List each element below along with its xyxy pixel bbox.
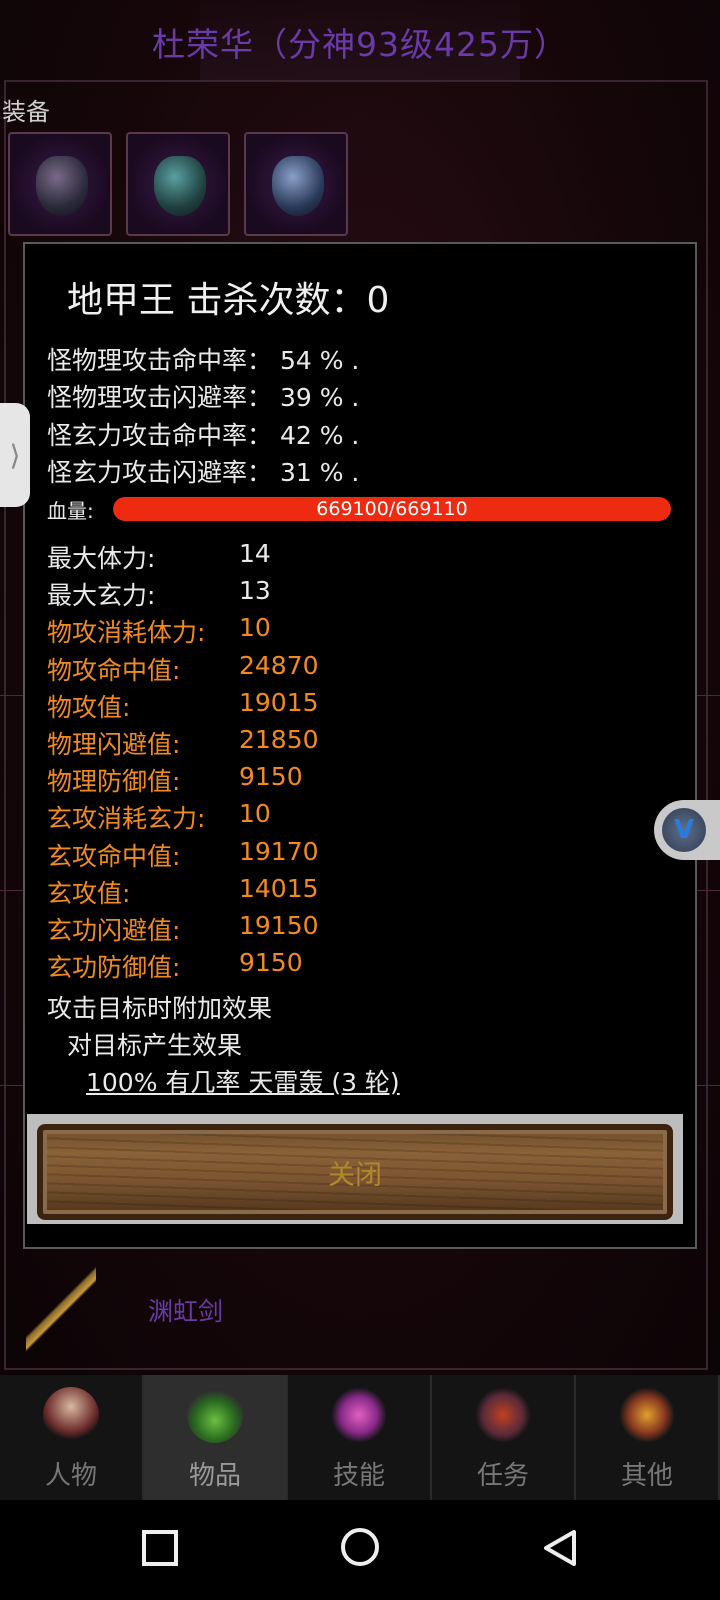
skill-icon (331, 1387, 387, 1443)
recent-apps-icon[interactable] (140, 1528, 180, 1568)
stat-value: 19015 (239, 687, 319, 717)
stat-label: 最大体力: (47, 544, 156, 573)
monster-info-dialog: 地甲王 击杀次数：0 怪物理攻击命中率： 54 % . 怪物理攻击闪避率： 39… (23, 242, 697, 1249)
stat-value: 24870 (239, 650, 319, 680)
stat-value: 9150 (239, 762, 303, 792)
rate-row: 怪玄力攻击闪避率： 31 % . (47, 458, 360, 487)
chevron-right-icon: ⟩ (9, 438, 21, 472)
stat-label: 玄攻消耗玄力: (47, 804, 206, 834)
rate-row: 怪物理攻击命中率： 54 % . (47, 346, 360, 375)
equipment-slot[interactable] (244, 132, 348, 236)
stat-label: 物理防御值: (47, 767, 181, 797)
tab-character[interactable]: 人物 (0, 1375, 144, 1500)
stat-value: 19170 (239, 836, 319, 866)
effect-subheading: 对目标产生效果 (67, 1031, 243, 1060)
tab-items[interactable]: 物品 (144, 1375, 288, 1500)
tab-label: 物品 (188, 1461, 241, 1491)
stat-value: 21850 (239, 725, 319, 754)
tab-label: 人物 (44, 1461, 97, 1491)
tab-label: 其他 (620, 1461, 673, 1491)
stat-label: 物理闪避值: (47, 730, 181, 759)
effect-heading: 攻击目标时附加效果 (47, 994, 273, 1023)
other-icon (619, 1387, 675, 1443)
close-button-area: 关闭 (27, 1114, 683, 1224)
hp-value: 669100/669110 (316, 498, 468, 520)
stat-label: 玄功闪避值: (47, 916, 181, 945)
equipment-label: 装备 (2, 98, 50, 126)
equipment-slot[interactable] (8, 132, 112, 236)
tab-skills[interactable]: 技能 (288, 1375, 432, 1500)
helmet-icon (36, 156, 88, 216)
tab-quests[interactable]: 任务 (432, 1375, 576, 1500)
equipment-slot[interactable] (126, 132, 230, 236)
system-navigation-bar (0, 1500, 720, 1600)
tab-other[interactable]: 其他 (576, 1375, 720, 1500)
stat-label: 玄功防御值: (47, 953, 181, 983)
stat-value: 14015 (239, 873, 319, 903)
tab-label: 任务 (476, 1461, 529, 1491)
v-logo-icon: V (662, 808, 706, 852)
dialog-title: 地甲王 击杀次数：0 (67, 280, 390, 321)
effect-detail-link[interactable]: 100% 有几率 天雷轰 (3 轮) (86, 1063, 400, 1099)
stat-label: 物攻值: (47, 692, 131, 722)
stat-label: 玄攻命中值: (47, 841, 181, 871)
item-name[interactable]: 渊虹剑 (148, 1292, 223, 1328)
page-title: 杜荣华（分神93级425万） (152, 25, 568, 64)
rate-row: 怪物理攻击闪避率： 39 % . (47, 383, 360, 412)
stat-label: 物攻命中值: (47, 655, 181, 685)
close-button[interactable]: 关闭 (37, 1124, 673, 1220)
stat-label: 最大玄力: (47, 581, 156, 611)
stat-value: 10 (239, 613, 271, 643)
stat-value: 14 (239, 539, 271, 568)
quest-icon (475, 1387, 531, 1443)
hp-label: 血量: (47, 499, 94, 523)
stat-label: 玄攻值: (47, 878, 131, 908)
hp-bar: 669100/669110 (113, 497, 671, 521)
floating-assistant-button[interactable]: V (654, 800, 720, 860)
stat-value: 13 (239, 576, 271, 606)
stat-label: 物攻消耗体力: (47, 618, 206, 648)
stat-value: 19150 (239, 911, 319, 940)
home-icon[interactable] (339, 1526, 381, 1568)
back-icon[interactable] (540, 1528, 580, 1568)
sword-icon (26, 1255, 96, 1365)
side-drawer-handle[interactable]: ⟩ (0, 403, 30, 507)
stat-value: 9150 (239, 948, 303, 978)
armor-icon (154, 156, 206, 216)
rate-row: 怪玄力攻击命中率： 42 % . (47, 421, 360, 450)
stat-value: 10 (239, 799, 271, 829)
character-icon (43, 1387, 99, 1443)
potion-icon (187, 1387, 243, 1443)
accessory-icon (272, 156, 324, 216)
tab-label: 技能 (332, 1461, 385, 1491)
bottom-navigation: 人物 物品 技能 任务 其他 (0, 1375, 720, 1500)
close-button-label: 关闭 (328, 1159, 382, 1191)
